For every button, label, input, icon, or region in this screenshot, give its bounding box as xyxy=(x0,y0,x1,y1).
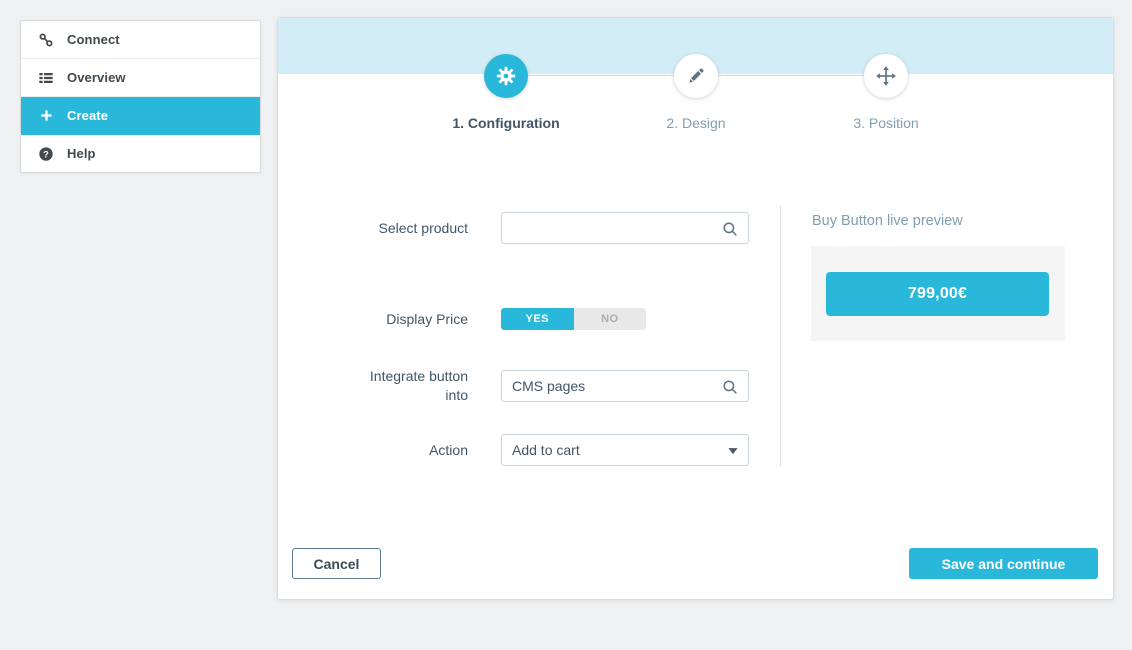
action-row: Action Add to cart xyxy=(348,434,749,466)
wizard-step-position: 3. Position xyxy=(801,54,971,131)
search-icon[interactable] xyxy=(721,220,739,238)
configuration-step-circle[interactable] xyxy=(484,54,528,98)
design-step-circle[interactable] xyxy=(674,54,718,98)
action-label: Action xyxy=(348,441,468,460)
integrate-button-input[interactable] xyxy=(502,371,748,401)
sidebar-item-label: Create xyxy=(67,108,108,123)
action-select[interactable]: Add to cart xyxy=(501,434,749,466)
search-icon[interactable] xyxy=(721,378,739,396)
display-price-no-option[interactable]: NO xyxy=(574,308,647,330)
cancel-button[interactable]: Cancel xyxy=(292,548,381,579)
gear-icon xyxy=(495,65,517,87)
select-product-field-wrap xyxy=(501,212,749,244)
step-label: 3. Position xyxy=(853,115,918,131)
pencil-icon xyxy=(686,66,706,86)
sidebar: Connect Overview Create ? Help xyxy=(20,20,261,173)
link-icon xyxy=(38,32,54,48)
list-icon xyxy=(38,70,54,86)
create-wizard-panel: 1. Configuration 2. Design xyxy=(277,17,1114,600)
sidebar-item-label: Connect xyxy=(67,32,120,47)
help-icon: ? xyxy=(38,146,54,162)
plus-icon xyxy=(38,108,54,123)
caret-down-icon xyxy=(728,447,738,455)
step-label: 1. Configuration xyxy=(452,115,559,131)
wizard-step-design: 2. Design xyxy=(611,54,781,131)
live-preview-box: 799,00€ xyxy=(811,246,1065,341)
form-preview-divider xyxy=(780,206,781,466)
sidebar-item-create[interactable]: Create xyxy=(21,97,260,135)
select-product-label: Select product xyxy=(348,219,468,238)
move-icon xyxy=(875,65,897,87)
display-price-yes-option[interactable]: YES xyxy=(501,308,574,330)
sidebar-item-label: Overview xyxy=(67,70,126,85)
svg-text:?: ? xyxy=(43,149,49,159)
wizard-step-configuration: 1. Configuration xyxy=(421,54,591,131)
display-price-row: Display Price YES NO xyxy=(348,303,749,335)
sidebar-item-help[interactable]: ? Help xyxy=(21,135,260,172)
integrate-button-field-wrap xyxy=(501,370,749,402)
live-preview-title: Buy Button live preview xyxy=(812,213,963,229)
select-product-input[interactable] xyxy=(502,213,748,243)
select-product-row: Select product xyxy=(348,212,749,244)
display-price-label: Display Price xyxy=(348,310,468,329)
position-step-circle[interactable] xyxy=(864,54,908,98)
integrate-button-label: Integrate button into xyxy=(348,367,468,405)
sidebar-item-overview[interactable]: Overview xyxy=(21,59,260,97)
buy-button-preview: 799,00€ xyxy=(826,272,1049,316)
sidebar-item-connect[interactable]: Connect xyxy=(21,21,260,59)
display-price-toggle: YES NO xyxy=(501,308,646,330)
action-select-value: Add to cart xyxy=(512,442,580,458)
step-label: 2. Design xyxy=(666,115,725,131)
integrate-button-row: Integrate button into xyxy=(348,370,749,402)
save-and-continue-button[interactable]: Save and continue xyxy=(909,548,1098,579)
sidebar-item-label: Help xyxy=(67,146,96,161)
